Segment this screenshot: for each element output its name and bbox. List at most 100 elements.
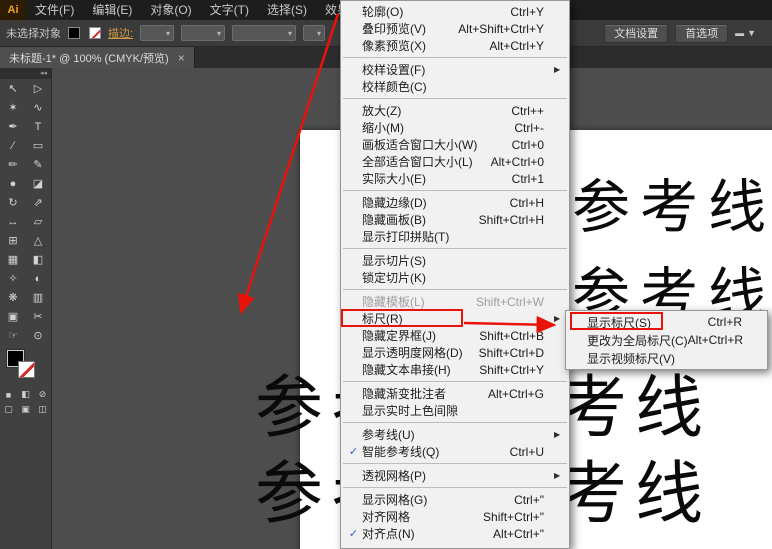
blob-brush-tool[interactable]: ● [1, 174, 26, 193]
gradient-tool[interactable]: ◧ [26, 250, 51, 269]
lasso-tool[interactable]: ∿ [26, 98, 51, 117]
menubar-item[interactable]: 编辑(E) [83, 0, 141, 20]
slice-tool[interactable]: ✂ [26, 307, 51, 326]
pencil-tool[interactable]: ✎ [26, 155, 51, 174]
stroke-swatch[interactable] [89, 27, 101, 39]
menu-item-actual-size[interactable]: 实际大小(E) Ctrl+1 [341, 170, 569, 187]
chevron-down-icon: ▾ [166, 28, 171, 38]
menubar-item[interactable]: 选择(S) [258, 0, 316, 20]
menu-item-fit-artboard[interactable]: 画板适合窗口大小(W) Ctrl+0 [341, 136, 569, 153]
menu-item-label: 更改为全局标尺(C) [587, 333, 688, 348]
menu-item-snap-to-point[interactable]: ✓ 对齐点(N) Alt+Ctrl+" [341, 525, 569, 542]
preferences-button[interactable]: 首选项 [675, 23, 729, 43]
menu-item-hide-template[interactable]: 隐藏模板(L) Shift+Ctrl+W [341, 293, 569, 310]
tools-grid: ↖ ▷ ✶ ∿ ✒ T ∕ ▭ ✏ ✎ ● ◪ ↻ ⇗ ↔ ▱ ⊞ △ ▦ ◧ ✧ ◐ ❋ ▥ ▣ ✂ ☞ ⊙ [0, 79, 51, 345]
menu-item-zoom-out[interactable]: 缩小(M) Ctrl+- [341, 119, 569, 136]
eraser-tool[interactable]: ◪ [26, 174, 51, 193]
menu-item-show-video-rulers[interactable]: 显示视频标尺(V) [566, 349, 767, 367]
menu-item-show-print-tiling[interactable]: 显示打印拼贴(T) [341, 228, 569, 245]
selection-status: 未选择对象 [6, 28, 61, 40]
menu-item-shortcut: Alt+Ctrl+G [487, 386, 544, 401]
menubar-item[interactable]: 文件(F) [26, 0, 83, 20]
artboard-tool[interactable]: ▣ [1, 307, 26, 326]
menu-item-label: 校样设置(F) [362, 63, 426, 77]
rectangle-tool[interactable]: ▭ [26, 136, 51, 155]
blend-tool[interactable]: ◐ [26, 269, 51, 288]
menu-item-show-transparency-grid[interactable]: 显示透明度网格(D) Shift+Ctrl+D [341, 344, 569, 361]
opacity-dropdown[interactable]: ▾ [303, 25, 326, 41]
type-tool[interactable]: T [26, 117, 51, 136]
menu-item-fit-all[interactable]: 全部适合窗口大小(L) Alt+Ctrl+0 [341, 153, 569, 170]
eyedropper-tool[interactable]: ✧ [1, 269, 26, 288]
close-icon[interactable]: × [178, 51, 185, 65]
menu-item-guides[interactable]: 参考线(U) ▶ [341, 426, 569, 443]
perspective-grid-tool[interactable]: △ [26, 231, 51, 250]
menu-item-show-grid[interactable]: 显示网格(G) Ctrl+" [341, 491, 569, 508]
artboard-text-line: 参考线 [572, 173, 772, 241]
menu-item-hide-text-threads[interactable]: 隐藏文本串接(H) Shift+Ctrl+Y [341, 361, 569, 378]
stroke-color-swatch[interactable] [18, 361, 35, 378]
menu-item-pixel-preview[interactable]: 像素预览(X) Alt+Ctrl+Y [341, 37, 569, 54]
menu-item-label: 隐藏画板(B) [362, 213, 426, 227]
view-menu: 轮廓(O) Ctrl+Y 叠印预览(V) Alt+Shift+Ctrl+Y 像素预览(X… [340, 0, 570, 549]
menu-item-hide-edges[interactable]: 隐藏边缘(D) Ctrl+H [341, 194, 569, 211]
menu-item-zoom-in[interactable]: 放大(Z) Ctrl++ [341, 102, 569, 119]
menu-item-label: 实际大小(E) [362, 172, 426, 186]
graph-tool[interactable]: ▥ [26, 288, 51, 307]
menu-item-change-to-global-rulers[interactable]: 更改为全局标尺(C) Alt+Ctrl+R [566, 331, 767, 349]
menu-item-snap-to-grid[interactable]: 对齐网格 Shift+Ctrl+" [341, 508, 569, 525]
brush-definition-dropdown[interactable]: ▾ [232, 25, 297, 41]
workspace-switcher[interactable]: ▬ ▼ [735, 28, 756, 38]
menu-item-hide-artboards[interactable]: 隐藏画板(B) Shift+Ctrl+H [341, 211, 569, 228]
stroke-weight-dropdown[interactable]: ▾ [140, 25, 175, 41]
hand-tool[interactable]: ☞ [1, 326, 26, 345]
menu-item-proof-setup[interactable]: 校样设置(F) ▶ [341, 61, 569, 78]
stroke-link[interactable]: 描边: [108, 25, 133, 41]
scale-tool[interactable]: ⇗ [26, 193, 51, 212]
menubar-item[interactable]: 对象(O) [141, 0, 200, 20]
menu-item-perspective-grid[interactable]: 透视网格(P) ▶ [341, 467, 569, 484]
menu-item-smart-guides[interactable]: ✓ 智能参考线(Q) Ctrl+U [341, 443, 569, 460]
zoom-tool[interactable]: ⊙ [26, 326, 51, 345]
paintbrush-tool[interactable]: ✏ [1, 155, 26, 174]
menu-item-show-live-paint-gaps[interactable]: 显示实时上色间隙 [341, 402, 569, 419]
pen-tool[interactable]: ✒ [1, 117, 26, 136]
variable-width-dropdown[interactable]: ▾ [181, 25, 226, 41]
screen-mode-button[interactable]: ◫ [35, 403, 50, 416]
menu-item-show-rulers[interactable]: 显示标尺(S) Ctrl+R [566, 312, 767, 331]
draw-normal-button[interactable]: ▢ [1, 403, 16, 416]
fill-swatch[interactable] [68, 27, 80, 39]
gradient-button[interactable]: ◧ [18, 388, 33, 401]
menu-item-shortcut: Shift+Ctrl+D [478, 345, 544, 360]
menu-item-overprint-preview[interactable]: 叠印预览(V) Alt+Shift+Ctrl+Y [341, 20, 569, 37]
menu-item-hide-gradient-annotator[interactable]: 隐藏渐变批注者 Alt+Ctrl+G [341, 385, 569, 402]
menu-item-label: 全部适合窗口大小(L) [362, 155, 473, 169]
line-segment-tool[interactable]: ∕ [1, 136, 26, 155]
check-icon: ✓ [348, 446, 359, 458]
menubar-item[interactable]: 文字(T) [201, 0, 258, 20]
mesh-tool[interactable]: ▦ [1, 250, 26, 269]
menu-item-show-slices[interactable]: 显示切片(S) [341, 252, 569, 269]
menu-item-lock-slices[interactable]: 锁定切片(K) [341, 269, 569, 286]
direct-selection-tool[interactable]: ▷ [26, 79, 51, 98]
menu-item-rulers[interactable]: 标尺(R) ▶ [341, 309, 569, 327]
collapse-panel-icon[interactable]: ◂◂ [0, 68, 51, 79]
none-button[interactable]: ⊘ [35, 388, 50, 401]
color-button[interactable]: ■ [1, 388, 16, 401]
document-setup-button[interactable]: 文档设置 [604, 23, 669, 43]
width-tool[interactable]: ↔ [1, 212, 26, 231]
menu-item-hide-bounding-box[interactable]: 隐藏定界框(J) Shift+Ctrl+B [341, 327, 569, 344]
draw-behind-button[interactable]: ▣ [18, 403, 33, 416]
menu-item-label: 显示切片(S) [362, 254, 426, 268]
menu-item-label: 隐藏渐变批注者 [362, 387, 447, 401]
document-tab[interactable]: 未标题-1* @ 100% (CMYK/预览) × [0, 47, 195, 68]
menu-item-proof-colors[interactable]: 校样颜色(C) [341, 78, 569, 95]
menu-item-outline[interactable]: 轮廓(O) Ctrl+Y [341, 3, 569, 20]
symbol-sprayer-tool[interactable]: ❋ [1, 288, 26, 307]
selection-tool[interactable]: ↖ [1, 79, 26, 98]
menu-item-shortcut: Shift+Ctrl+H [478, 212, 544, 227]
free-transform-tool[interactable]: ▱ [26, 212, 51, 231]
shape-builder-tool[interactable]: ⊞ [1, 231, 26, 250]
rotate-tool[interactable]: ↻ [1, 193, 26, 212]
magic-wand-tool[interactable]: ✶ [1, 98, 26, 117]
